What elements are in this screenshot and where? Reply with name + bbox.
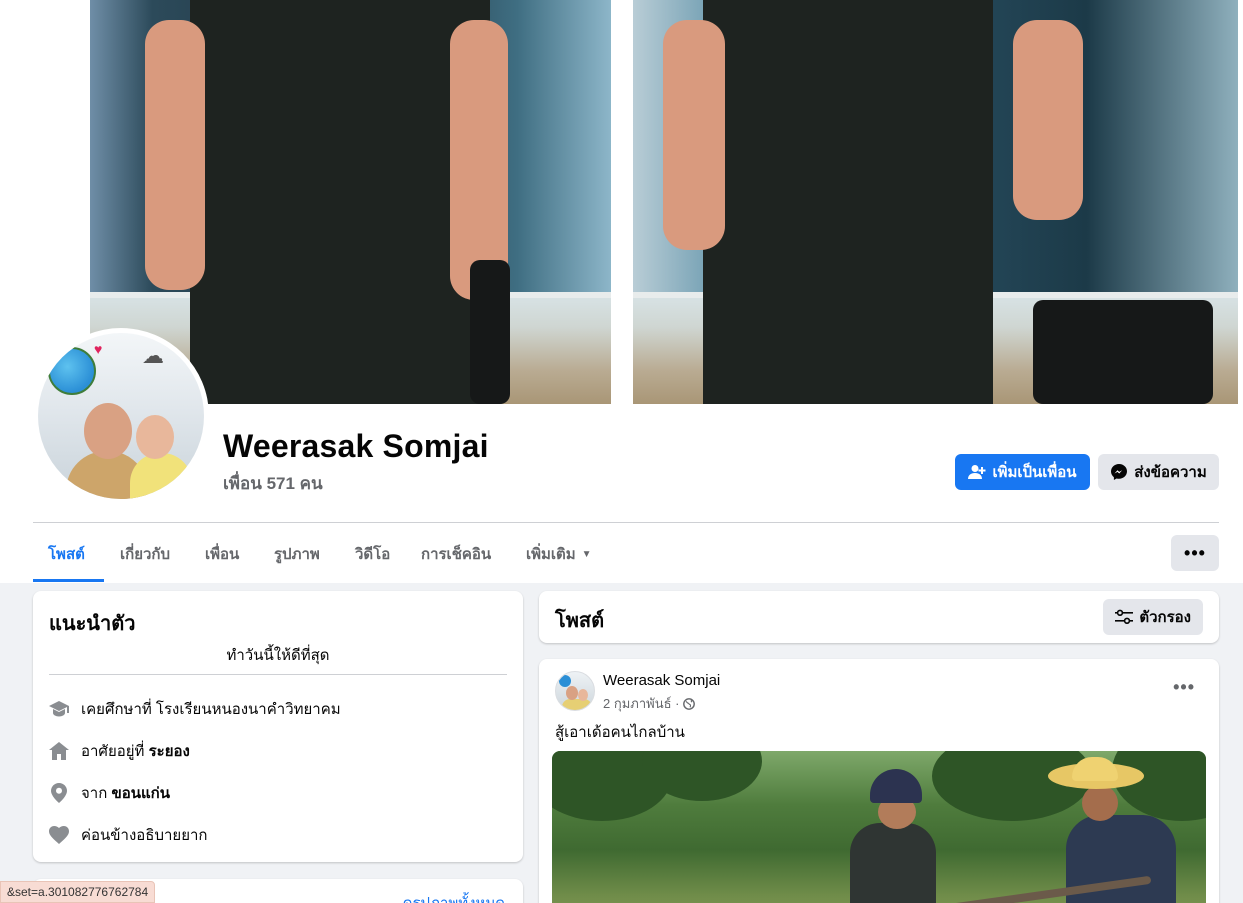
profile-name: Weerasak Somjai	[223, 428, 489, 464]
message-button[interactable]: ส่งข้อความ	[1098, 454, 1219, 490]
see-all-photos-link[interactable]: ดูรูปภาพทั้งหมด	[403, 891, 505, 903]
profile-more-button[interactable]: •••	[1171, 535, 1219, 571]
cover-photo-right	[633, 0, 1238, 404]
tab-more[interactable]: เพิ่มเติม ▼	[526, 542, 592, 566]
intro-relationship: ค่อนข้างอธิบายยาก	[49, 823, 208, 847]
posts-header-card: โพสต์ ตัวกรอง	[539, 591, 1219, 643]
tab-posts[interactable]: โพสต์	[48, 542, 85, 566]
caret-down-icon: ▼	[581, 548, 592, 560]
graduation-cap-icon	[49, 699, 69, 719]
globe-icon	[683, 697, 696, 710]
messenger-icon	[1111, 464, 1128, 480]
add-friend-label: เพิ่มเป็นเพื่อน	[992, 464, 1077, 481]
post-author-avatar[interactable]	[555, 671, 595, 711]
tab-photos[interactable]: รูปภาพ	[274, 542, 320, 566]
status-url: &set=a.301082776762784	[0, 881, 156, 903]
filter-icon	[1115, 609, 1134, 624]
tab-more-label: เพิ่มเติม	[526, 546, 576, 563]
posts-title: โพสต์	[555, 610, 605, 632]
filter-label: ตัวกรอง	[1139, 609, 1191, 626]
profile-avatar[interactable]: ♥ ☁	[38, 333, 204, 499]
post-card: Weerasak Somjai 2 กุมภาพันธ์ · ••• สู้เอ…	[539, 659, 1219, 903]
intro-divider	[49, 674, 507, 675]
tab-about[interactable]: เกี่ยวกับ	[120, 542, 170, 566]
heart-icon	[49, 825, 69, 845]
intro-from-text: จาก	[81, 785, 112, 802]
intro-from-city[interactable]: ขอนแก่น	[111, 785, 170, 802]
tab-videos[interactable]: วิดีโอ	[355, 542, 390, 566]
post-photo[interactable]	[552, 751, 1206, 903]
intro-lives-in-city[interactable]: ระยอง	[149, 743, 190, 760]
message-label: ส่งข้อความ	[1134, 464, 1207, 481]
filter-button[interactable]: ตัวกรอง	[1103, 599, 1203, 635]
intro-education-text: เคยศึกษาที่ โรงเรียนหนองนาคำวิทยาคม	[81, 701, 341, 718]
tab-friends[interactable]: เพื่อน	[205, 542, 239, 566]
intro-bio: ทำวันนี้ให้ดีที่สุด	[226, 647, 330, 664]
post-author-name[interactable]: Weerasak Somjai	[603, 672, 720, 689]
tab-checkins[interactable]: การเช็คอิน	[421, 542, 491, 566]
add-friend-button[interactable]: เพิ่มเป็นเพื่อน	[955, 454, 1090, 490]
post-text: สู้เอาเด้อคนไกลบ้าน	[555, 724, 685, 741]
intro-lives-in-text: อาศัยอยู่ที่	[81, 743, 149, 760]
add-friend-icon	[968, 465, 986, 479]
friends-count[interactable]: เพื่อน 571 คน	[223, 470, 323, 497]
intro-from: จาก ขอนแก่น	[49, 781, 170, 805]
post-date[interactable]: 2 กุมภาพันธ์ ·	[603, 693, 679, 714]
profile-header: ♥ ☁ Weerasak Somjai เพื่อน 571 คน เพิ่มเ…	[0, 0, 1243, 583]
home-icon	[49, 741, 69, 761]
cover-photo[interactable]	[0, 0, 1243, 404]
intro-relationship-text: ค่อนข้างอธิบายยาก	[81, 827, 208, 844]
intro-title: แนะนำตัว	[49, 613, 136, 635]
intro-education: เคยศึกษาที่ โรงเรียนหนองนาคำวิทยาคม	[49, 697, 341, 721]
location-pin-icon	[49, 783, 69, 803]
header-divider	[33, 522, 1219, 523]
active-tab-indicator	[33, 579, 104, 582]
intro-card: แนะนำตัว ทำวันนี้ให้ดีที่สุด เคยศึกษาที่…	[33, 591, 523, 862]
intro-lives-in: อาศัยอยู่ที่ ระยอง	[49, 739, 190, 763]
post-meta: 2 กุมภาพันธ์ ·	[603, 693, 696, 714]
post-menu-button[interactable]: •••	[1173, 677, 1195, 698]
